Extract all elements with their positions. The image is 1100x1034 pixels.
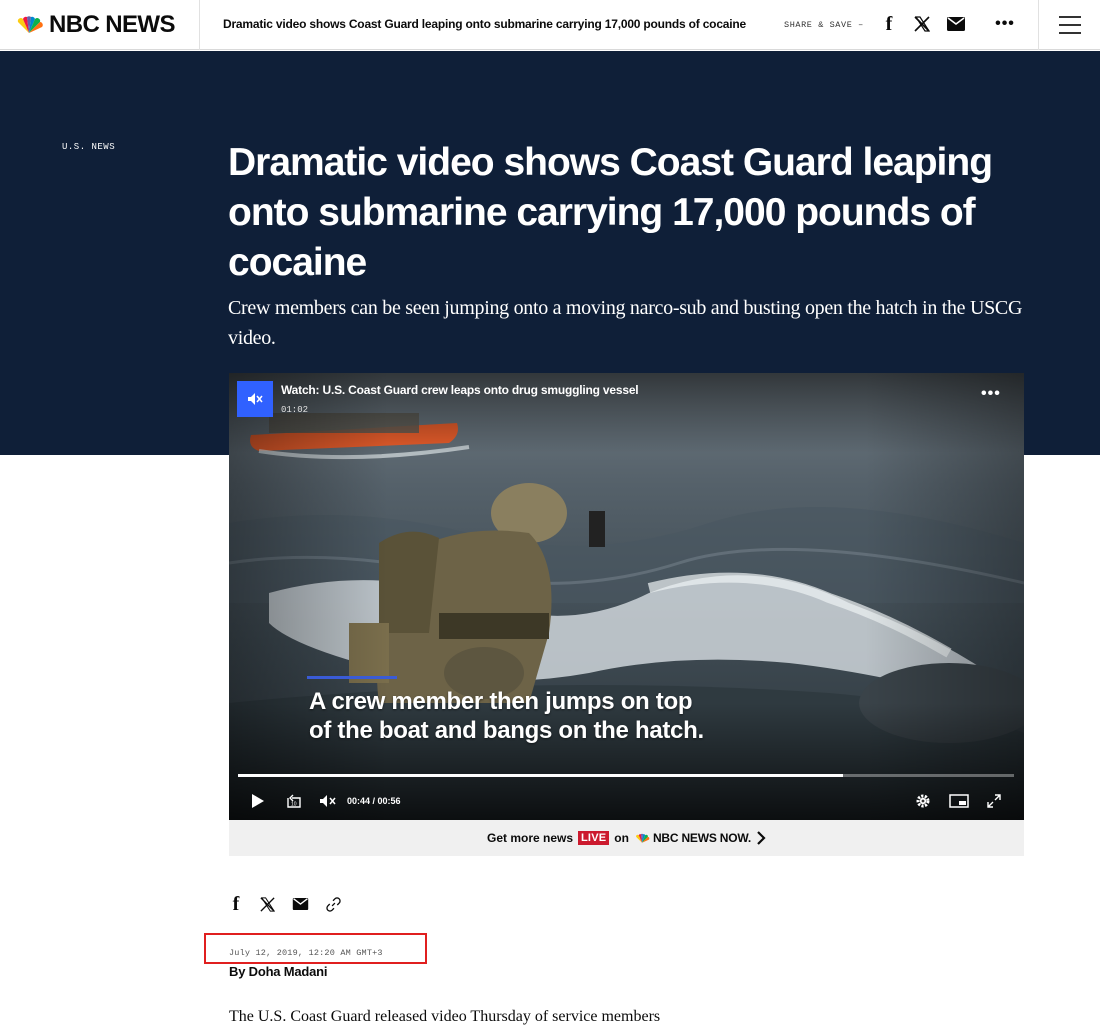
facebook-icon[interactable]: f bbox=[880, 12, 898, 36]
article-timestamp: July 12, 2019, 12:20 AM GMT+3 bbox=[229, 948, 383, 958]
settings-gear-icon[interactable] bbox=[915, 791, 931, 811]
network-label: NBC NEWS NOW. bbox=[652, 831, 752, 845]
article-share-row: f bbox=[229, 893, 342, 915]
link-icon[interactable] bbox=[325, 896, 342, 913]
picture-in-picture-icon[interactable] bbox=[949, 791, 969, 811]
get-more-news-banner[interactable]: Get more news LIVE on NBC NEWS NOW. bbox=[229, 820, 1024, 856]
section-label[interactable]: U.S. NEWS bbox=[62, 142, 115, 152]
video-time-display: 00:44 / 00:56 bbox=[347, 796, 401, 806]
mail-icon[interactable] bbox=[292, 898, 309, 910]
share-and-save-label[interactable]: SHARE & SAVE – bbox=[784, 20, 864, 30]
article-dek: Crew members can be seen jumping onto a … bbox=[228, 297, 1023, 349]
more-icon[interactable]: ••• bbox=[992, 12, 1018, 36]
logo-wordmark: NBC NEWS bbox=[49, 11, 175, 38]
peacock-icon bbox=[635, 833, 650, 843]
video-caption: A crew member then jumps on top of the b… bbox=[309, 687, 704, 745]
facebook-icon[interactable]: f bbox=[229, 893, 243, 916]
caption-line-2: of the boat and bangs on the hatch. bbox=[309, 717, 704, 744]
x-icon[interactable] bbox=[911, 12, 933, 36]
volume-muted-icon[interactable] bbox=[319, 791, 337, 811]
video-more-icon[interactable]: ••• bbox=[981, 385, 1001, 403]
mail-icon[interactable] bbox=[944, 12, 968, 36]
muted-speaker-icon bbox=[248, 393, 263, 405]
play-icon[interactable] bbox=[251, 791, 265, 811]
replay-10-icon[interactable]: 10 bbox=[285, 791, 303, 811]
video-duration: 01:02 bbox=[281, 405, 309, 415]
byline-author-link[interactable]: Doha Madani bbox=[249, 964, 328, 979]
more-news-prefix: Get more news bbox=[486, 831, 574, 845]
article-body-first-line: The U.S. Coast Guard released video Thur… bbox=[229, 1008, 661, 1025]
top-navigation-bar: NBC NEWS Dramatic video shows Coast Guar… bbox=[0, 0, 1100, 50]
sticky-article-title: Dramatic video shows Coast Guard leaping… bbox=[223, 17, 747, 31]
nbc-news-now-logo: NBC NEWS NOW. bbox=[634, 831, 751, 845]
caption-line-1: A crew member then jumps on top bbox=[309, 688, 693, 715]
video-title: Watch: U.S. Coast Guard crew leaps onto … bbox=[281, 383, 639, 397]
svg-text:10: 10 bbox=[291, 802, 297, 808]
byline-prefix: By bbox=[229, 964, 246, 979]
article-byline: By Doha Madani bbox=[229, 964, 328, 979]
video-progress-fill bbox=[238, 774, 844, 777]
video-progress-bar[interactable] bbox=[238, 774, 1014, 777]
hamburger-icon bbox=[1058, 16, 1081, 34]
peacock-icon bbox=[17, 16, 43, 33]
fullscreen-icon[interactable] bbox=[987, 791, 1001, 811]
live-badge: LIVE bbox=[578, 831, 610, 845]
nav-divider bbox=[199, 0, 200, 50]
on-label: on bbox=[614, 831, 629, 845]
x-icon[interactable] bbox=[259, 896, 276, 913]
article-headline: Dramatic video shows Coast Guard leaping… bbox=[228, 141, 993, 284]
chevron-right-icon bbox=[757, 831, 766, 845]
nbc-news-logo[interactable]: NBC NEWS bbox=[14, 11, 175, 38]
video-player[interactable]: Watch: U.S. Coast Guard crew leaps onto … bbox=[229, 373, 1024, 820]
video-frame-image bbox=[229, 373, 1024, 820]
hamburger-menu-button[interactable] bbox=[1038, 0, 1100, 50]
video-unmute-button[interactable] bbox=[237, 381, 273, 417]
